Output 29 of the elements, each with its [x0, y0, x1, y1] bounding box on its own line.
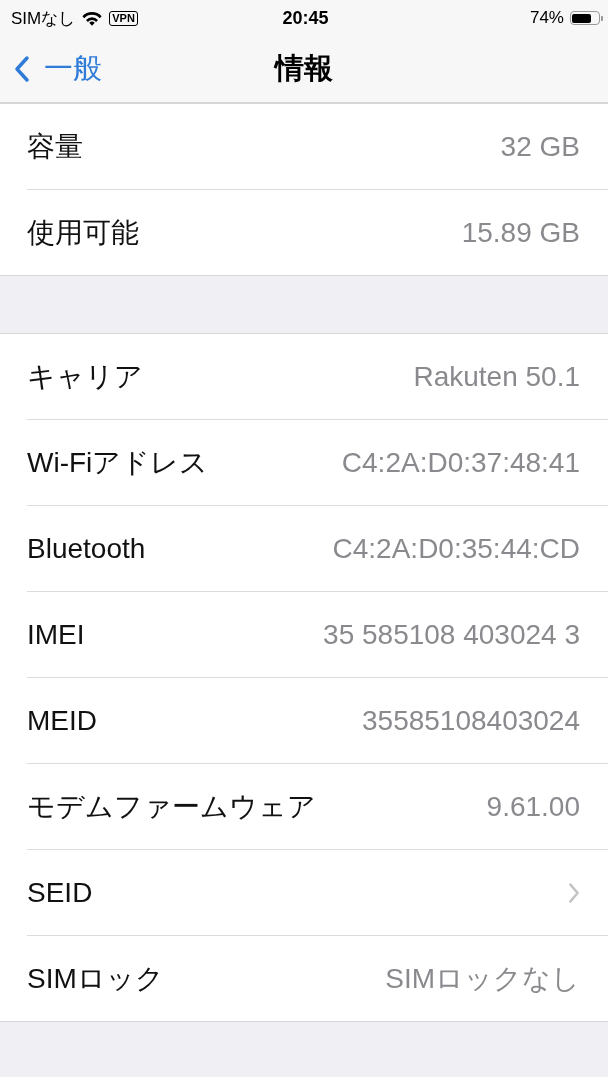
back-button[interactable]: 一般 — [14, 49, 102, 89]
page-title: 情報 — [275, 51, 333, 86]
row-value: 9.61.00 — [486, 790, 580, 823]
wifi-icon — [81, 9, 104, 27]
chevron-icon — [568, 881, 580, 904]
row-value: 35585108403024 — [362, 704, 580, 737]
row-label: キャリア — [27, 359, 143, 394]
row-label: SIMロック — [27, 961, 164, 996]
row-label: Wi-Fiアドレス — [27, 445, 209, 480]
settings-row[interactable]: SEID — [27, 850, 608, 936]
row-value: 32 GB — [500, 130, 580, 163]
vpn-badge: VPN — [109, 10, 138, 26]
status-time: 20:45 — [282, 7, 329, 29]
row-label: 容量 — [27, 129, 83, 164]
row-label: 使用可能 — [27, 215, 139, 250]
back-chevron-icon — [14, 55, 30, 83]
row-label: IMEI — [27, 618, 85, 651]
battery-percent: 74% — [529, 8, 564, 28]
row-value: 15.89 GB — [461, 216, 580, 249]
row-label: モデムファームウェア — [27, 789, 316, 824]
row-value: Rakuten 50.1 — [413, 360, 580, 393]
row-value: SIMロックなし — [385, 961, 580, 996]
row-label: Bluetooth — [27, 532, 146, 565]
row-value: 35 585108 403024 3 — [323, 618, 580, 651]
row-value: C4:2A:D0:37:48:41 — [341, 446, 580, 479]
row-label: MEID — [27, 704, 97, 737]
carrier-label: SIMなし — [11, 7, 76, 30]
battery-icon — [570, 11, 600, 25]
row-value: C4:2A:D0:35:44:CD — [332, 532, 580, 565]
